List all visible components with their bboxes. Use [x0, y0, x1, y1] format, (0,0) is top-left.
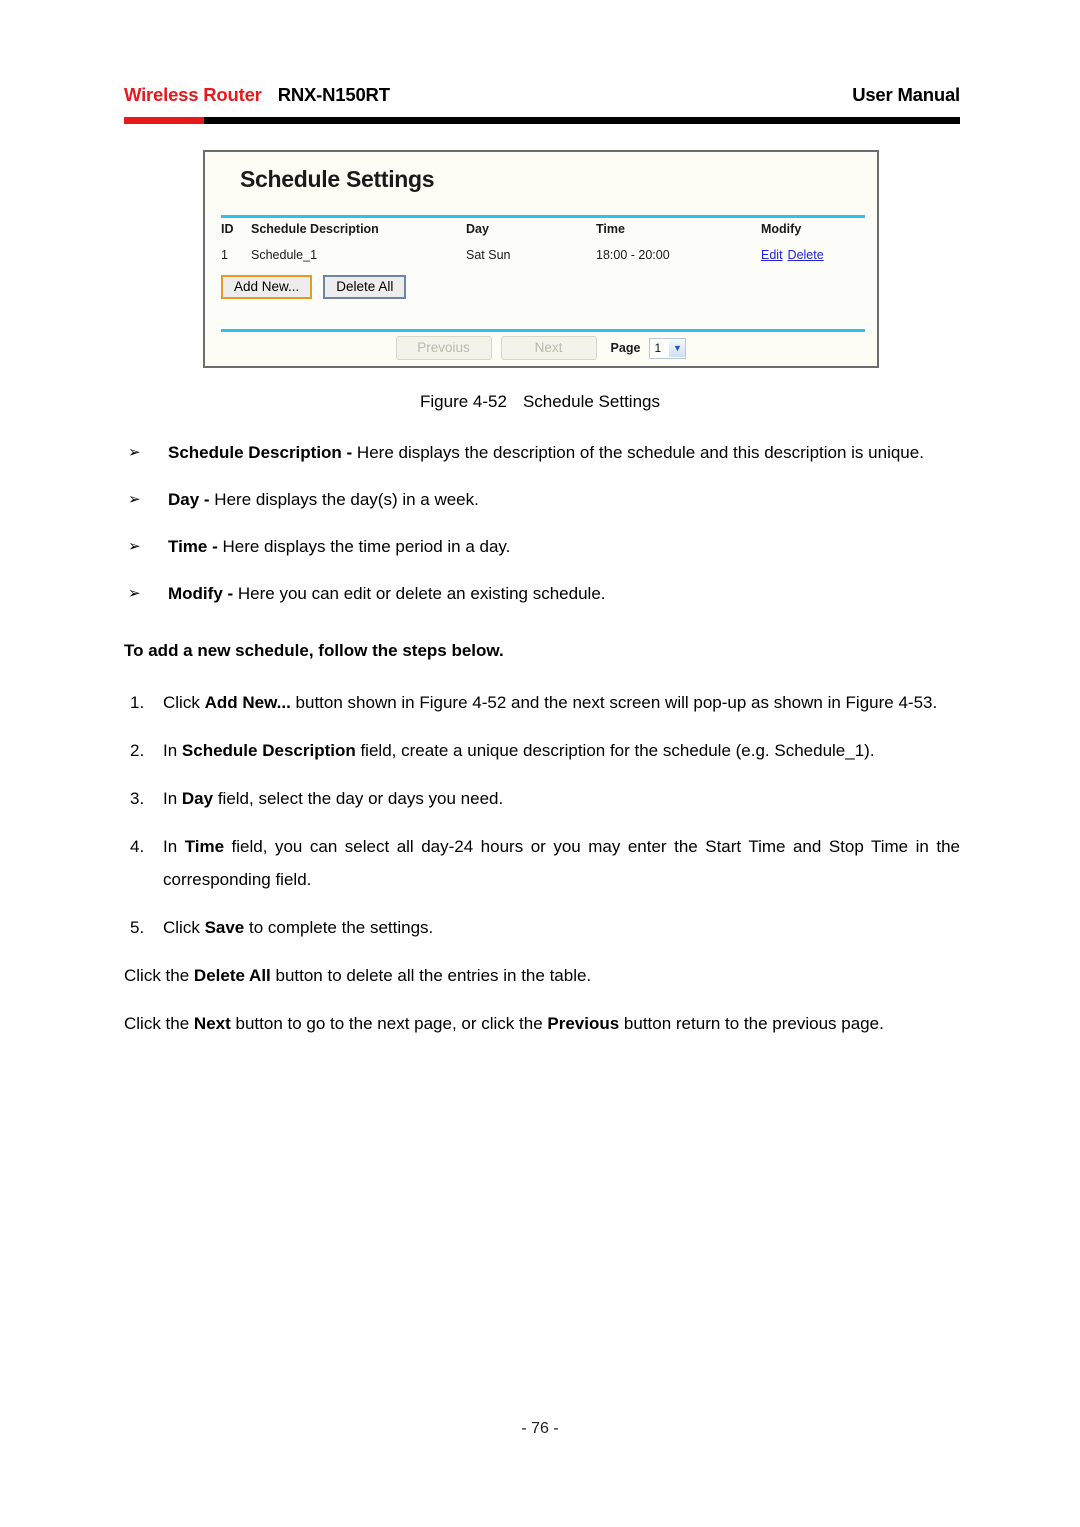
bullet-term: Day - — [168, 490, 210, 509]
step-number: 3. — [130, 789, 145, 808]
step-pre: Click — [163, 693, 205, 712]
step-number: 1. — [130, 693, 145, 712]
bullet-day: ➢ Day - Here displays the day(s) in a we… — [124, 483, 960, 516]
bullet-term: Schedule Description - — [168, 443, 353, 462]
step-post: to complete the settings. — [244, 918, 434, 937]
cell-modify: Edit Delete — [761, 248, 861, 262]
step-3: 3. In Day field, select the day or days … — [124, 782, 960, 815]
bullet-schedule-description: ➢ Schedule Description - Here displays t… — [124, 436, 960, 469]
pagination-bar: Prevoius Next Page 1 ▼ — [205, 336, 877, 360]
table-header-row: ID Schedule Description Day Time Modify — [221, 222, 867, 248]
table-row: 1 Schedule_1 Sat Sun 18:00 - 20:00 Edit D… — [221, 248, 867, 274]
page-content: ➢ Schedule Description - Here displays t… — [124, 436, 960, 1055]
step-bold: Add New... — [204, 693, 291, 712]
bullet-arrow-icon: ➢ — [128, 585, 141, 602]
cell-description: Schedule_1 — [251, 248, 318, 262]
edit-link[interactable]: Edit — [761, 248, 783, 262]
step-bold: Schedule Description — [181, 741, 356, 760]
step-pre: In — [163, 741, 182, 760]
step-pre: In — [163, 789, 182, 808]
add-new-button[interactable]: Add New... — [221, 275, 313, 299]
bullet-term: Modify - — [168, 584, 234, 603]
bullet-arrow-icon: ➢ — [128, 444, 141, 461]
paragraph-bold: Delete All — [193, 966, 271, 985]
chevron-down-icon: ▼ — [669, 339, 686, 357]
document-page: Wireless Router RNX-N150RT User Manual S… — [0, 0, 1080, 1527]
step-pre: Click — [163, 918, 205, 937]
step-bold: Save — [204, 918, 245, 937]
previous-button[interactable]: Prevoius — [395, 336, 492, 360]
header-model: RNX-N150RT — [277, 84, 390, 105]
paragraph-bold-previous: Previous — [547, 1014, 620, 1033]
figure-schedule-settings: Schedule Settings ID Schedule Descriptio… — [203, 150, 879, 368]
page-footer: - 76 - — [521, 1420, 559, 1437]
delete-all-button[interactable]: Delete All — [323, 275, 407, 299]
bullet-time: ➢ Time - Here displays the time period i… — [124, 530, 960, 563]
bullet-text: Here displays the description of the sch… — [352, 443, 924, 462]
step-pre: In — [163, 837, 185, 856]
figure-caption: Figure 4-52 Schedule Settings — [0, 392, 1080, 412]
column-header-time: Time — [596, 222, 625, 236]
step-post: field, you can select all day-24 hours o… — [163, 837, 961, 889]
page-label: Page — [610, 341, 641, 355]
panel-title: Schedule Settings — [240, 166, 435, 192]
header-rule — [124, 117, 960, 124]
figure-caption-title: Schedule Settings — [522, 392, 660, 411]
paragraph-pre: Click the — [124, 966, 194, 985]
schedule-table: ID Schedule Description Day Time Modify … — [221, 222, 867, 274]
paragraph-delete-all: Click the Delete All button to delete al… — [124, 959, 960, 992]
step-number: 2. — [130, 741, 145, 760]
cell-id: 1 — [221, 248, 228, 262]
cell-day: Sat Sun — [466, 248, 511, 262]
page-select-value: 1 — [654, 341, 662, 355]
column-header-id: ID — [221, 222, 234, 236]
page-header: Wireless Router RNX-N150RT User Manual — [124, 84, 960, 116]
bullet-term: Time - — [168, 537, 218, 556]
figure-caption-number: Figure 4-52 — [420, 392, 507, 411]
step-number: 5. — [130, 918, 145, 937]
next-button[interactable]: Next — [500, 336, 597, 360]
paragraph-mid: button to delete all the entries in the … — [270, 966, 592, 985]
bullet-text: Here displays the day(s) in a week. — [209, 490, 479, 509]
paragraph-mid: button to go to the next page, or click … — [230, 1014, 548, 1033]
panel-divider-bottom — [221, 329, 865, 332]
bullet-text: Here displays the time period in a day. — [217, 537, 511, 556]
bullet-text: Here you can edit or delete an existing … — [233, 584, 606, 603]
column-header-modify: Modify — [761, 222, 802, 236]
step-number: 4. — [130, 837, 145, 856]
page-select[interactable]: 1 ▼ — [649, 337, 687, 359]
paragraph-pre: Click the — [124, 1014, 194, 1033]
cell-time: 18:00 - 20:00 — [596, 248, 670, 262]
bullet-modify: ➢ Modify - Here you can edit or delete a… — [124, 577, 960, 610]
paragraph-post: button return to the previous page. — [619, 1014, 884, 1033]
step-4: 4. In Time field, you can select all day… — [124, 830, 960, 896]
column-header-description: Schedule Description — [251, 222, 379, 236]
steps-lead-text: To add a new schedule, follow the steps … — [124, 641, 504, 660]
step-post: field, select the day or days you need. — [213, 789, 504, 808]
step-2: 2. In Schedule Description field, create… — [124, 734, 960, 767]
paragraph-next-previous: Click the Next button to go to the next … — [124, 1007, 960, 1040]
step-bold: Time — [184, 837, 225, 856]
header-left-group: Wireless Router RNX-N150RT — [124, 84, 390, 106]
bullet-arrow-icon: ➢ — [128, 491, 141, 508]
step-post: button shown in Figure 4-52 and the next… — [290, 693, 938, 712]
header-rule-accent — [124, 117, 204, 124]
step-1: 1. Click Add New... button shown in Figu… — [124, 686, 960, 719]
step-post: field, create a unique description for t… — [355, 741, 875, 760]
table-action-buttons: Add New... Delete All — [221, 275, 407, 299]
bullet-arrow-icon: ➢ — [128, 538, 141, 555]
column-header-day: Day — [466, 222, 489, 236]
step-bold: Day — [181, 789, 214, 808]
step-5: 5. Click Save to complete the settings. — [124, 911, 960, 944]
paragraph-bold-next: Next — [193, 1014, 231, 1033]
header-document-type: User Manual — [852, 84, 960, 105]
header-brand: Wireless Router — [124, 84, 262, 105]
delete-link[interactable]: Delete — [788, 248, 824, 262]
